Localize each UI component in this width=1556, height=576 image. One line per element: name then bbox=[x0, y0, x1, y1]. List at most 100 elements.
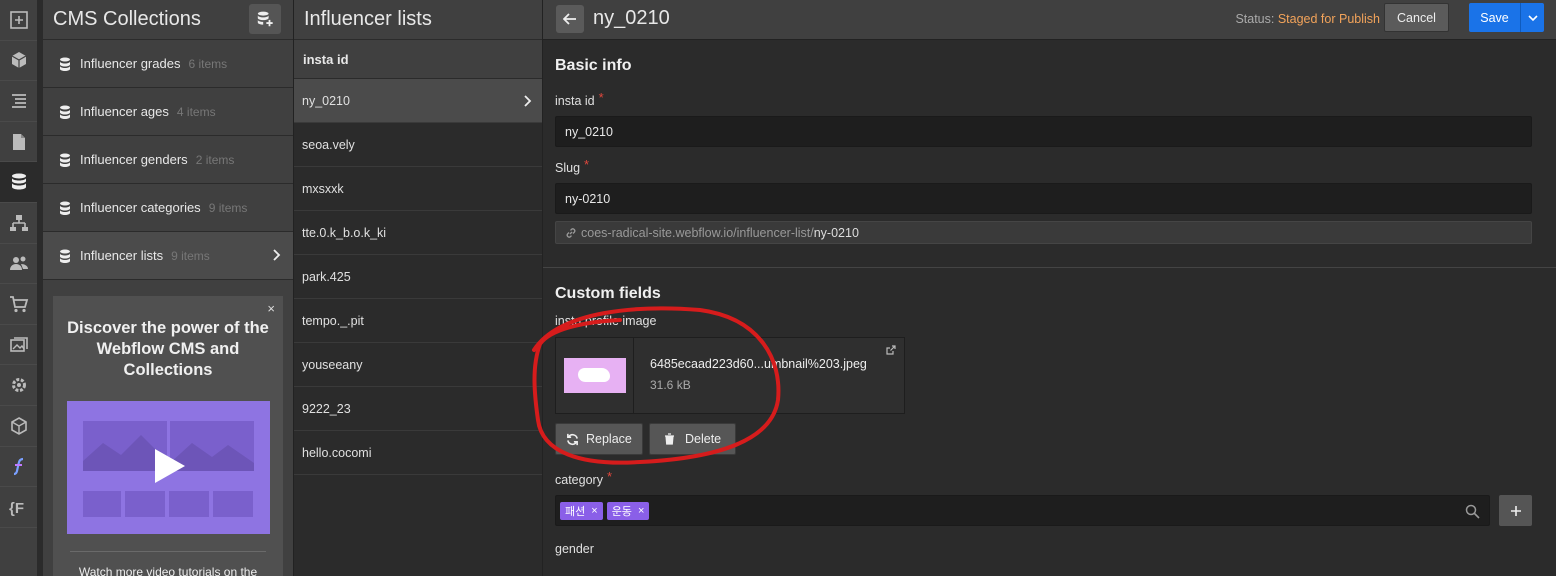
item-name: hello.cocomi bbox=[302, 445, 372, 460]
add-panel-button[interactable] bbox=[0, 0, 37, 41]
required-marker: * bbox=[584, 157, 590, 172]
logic-button[interactable] bbox=[0, 203, 37, 244]
collection-item-influencer-grades[interactable]: Influencer grades 6 items bbox=[43, 40, 293, 88]
assets-icon bbox=[9, 336, 28, 352]
add-panel-icon bbox=[9, 10, 28, 29]
close-promo-button[interactable]: × bbox=[267, 301, 275, 316]
collection-item-influencer-ages[interactable]: Influencer ages 4 items bbox=[43, 88, 293, 136]
custom-fields-heading: Custom fields bbox=[555, 285, 661, 302]
gender-label: gender bbox=[555, 542, 594, 556]
cancel-button[interactable]: Cancel bbox=[1384, 3, 1449, 32]
slug-url-preview[interactable]: coes-radical-site.webflow.io/influencer-… bbox=[555, 221, 1532, 244]
database-icon bbox=[60, 201, 70, 215]
item-name: tte.0.k_b.o.k_ki bbox=[302, 225, 387, 240]
image-file-card: 6485ecaad223d60...umbnail%203.jpeg 31.6 … bbox=[555, 337, 905, 414]
category-tag: 패션 × bbox=[560, 501, 603, 520]
thumbnail-shape bbox=[577, 368, 610, 382]
slug-url-base: coes-radical-site.webflow.io/influencer-… bbox=[581, 225, 814, 240]
finsweet-attributes-icon: {F bbox=[9, 500, 24, 517]
slug-field: Slug * ny-0210 coes-radical-site.webflow.… bbox=[555, 157, 1556, 244]
remove-tag-button[interactable]: × bbox=[638, 505, 644, 517]
webflow-cms-app: {F CMS Collections Influencer grades 6 i… bbox=[0, 0, 1556, 576]
cms-panel-header: CMS Collections bbox=[43, 0, 293, 40]
search-icon[interactable] bbox=[1465, 504, 1480, 519]
list-item[interactable]: seoa.vely bbox=[294, 123, 542, 167]
list-item[interactable]: mxsxxk bbox=[294, 167, 542, 211]
navigator-button[interactable] bbox=[0, 81, 37, 122]
navigator-icon bbox=[11, 94, 26, 108]
chevron-down-icon bbox=[1527, 14, 1538, 21]
attributes-app-button[interactable]: {F bbox=[0, 487, 37, 528]
database-icon bbox=[60, 105, 70, 119]
cms-collections-panel: CMS Collections Influencer grades 6 item… bbox=[43, 0, 293, 576]
category-field: category * 패션 × 운동 × bbox=[555, 469, 1556, 526]
list-item[interactable]: 9222_23 bbox=[294, 387, 542, 431]
designer-left-toolbar: {F bbox=[0, 0, 38, 576]
image-thumbnail-area[interactable] bbox=[556, 338, 634, 413]
save-button-group: Save bbox=[1469, 3, 1544, 32]
slug-input[interactable]: ny-0210 bbox=[555, 183, 1532, 214]
add-category-button[interactable] bbox=[1499, 495, 1532, 526]
replace-button[interactable]: Replace bbox=[555, 423, 643, 455]
plus-icon bbox=[1510, 505, 1521, 516]
file-info: 6485ecaad223d60...umbnail%203.jpeg 31.6 … bbox=[634, 338, 867, 413]
list-item[interactable]: ny_0210 bbox=[294, 79, 542, 123]
item-name: 9222_23 bbox=[302, 401, 351, 416]
list-item[interactable]: hello.cocomi bbox=[294, 431, 542, 475]
column-header-insta-id[interactable]: insta id bbox=[294, 40, 542, 79]
logic-flow-icon bbox=[9, 214, 28, 231]
pages-icon bbox=[12, 133, 25, 150]
insta-id-input[interactable]: ny_0210 bbox=[555, 116, 1532, 147]
back-button[interactable] bbox=[556, 5, 584, 33]
tag-label: 패션 bbox=[565, 505, 586, 518]
collection-name: Influencer lists bbox=[80, 248, 164, 263]
cms-button[interactable] bbox=[0, 162, 37, 203]
collection-count: 6 items bbox=[188, 56, 228, 71]
external-link-icon[interactable] bbox=[886, 345, 896, 355]
list-item[interactable]: tempo._.pit bbox=[294, 299, 542, 343]
collection-name: Influencer categories bbox=[80, 200, 201, 215]
delete-button[interactable]: Delete bbox=[649, 423, 736, 455]
link-icon bbox=[566, 227, 576, 238]
trash-icon bbox=[665, 433, 674, 445]
collection-item-influencer-genders[interactable]: Influencer genders 2 items bbox=[43, 136, 293, 184]
insta-id-label: insta id bbox=[555, 94, 595, 108]
collection-items-panel: Influencer lists insta id ny_0210 seoa.v… bbox=[293, 0, 543, 576]
promo-divider bbox=[70, 551, 266, 552]
finsweet-app-button[interactable] bbox=[0, 447, 37, 488]
list-item[interactable]: tte.0.k_b.o.k_ki bbox=[294, 211, 542, 255]
status-value: Staged for Publish bbox=[1277, 12, 1380, 26]
pages-button[interactable] bbox=[0, 122, 37, 163]
save-button[interactable]: Save bbox=[1469, 3, 1521, 32]
create-collection-button[interactable] bbox=[249, 4, 281, 34]
settings-button[interactable] bbox=[0, 365, 37, 406]
promo-video-thumbnail[interactable] bbox=[66, 401, 270, 534]
collection-count: 4 items bbox=[176, 104, 216, 119]
remove-tag-button[interactable]: × bbox=[591, 505, 597, 517]
refresh-icon bbox=[567, 433, 578, 445]
components-button[interactable] bbox=[0, 41, 37, 82]
image-thumbnail bbox=[563, 358, 626, 393]
category-row: 패션 × 운동 × bbox=[555, 495, 1556, 526]
play-icon[interactable] bbox=[154, 449, 185, 483]
list-item[interactable]: park.425 bbox=[294, 255, 542, 299]
database-icon bbox=[60, 57, 70, 71]
status-label: Status: bbox=[1235, 12, 1275, 26]
apps-button[interactable] bbox=[0, 406, 37, 447]
ecommerce-button[interactable] bbox=[0, 284, 37, 325]
collection-item-influencer-lists[interactable]: Influencer lists 9 items bbox=[43, 232, 293, 280]
required-marker: * bbox=[606, 469, 613, 484]
collection-item-influencer-categories[interactable]: Influencer categories 9 items bbox=[43, 184, 293, 232]
save-options-dropdown[interactable] bbox=[1521, 3, 1544, 32]
items-panel-title: Influencer lists bbox=[304, 8, 432, 30]
slug-label: Slug bbox=[555, 161, 581, 175]
arrow-left-icon bbox=[563, 13, 576, 25]
item-name: youseeany bbox=[302, 357, 363, 372]
status-indicator: Status: Staged for Publish bbox=[1235, 12, 1380, 26]
users-button[interactable] bbox=[0, 244, 37, 285]
item-name: mxsxxk bbox=[302, 181, 344, 196]
category-multi-reference-input[interactable]: 패션 × 운동 × bbox=[555, 495, 1490, 526]
list-item[interactable]: youseeany bbox=[294, 343, 542, 387]
finsweet-icon bbox=[13, 458, 23, 476]
assets-button[interactable] bbox=[0, 325, 37, 366]
